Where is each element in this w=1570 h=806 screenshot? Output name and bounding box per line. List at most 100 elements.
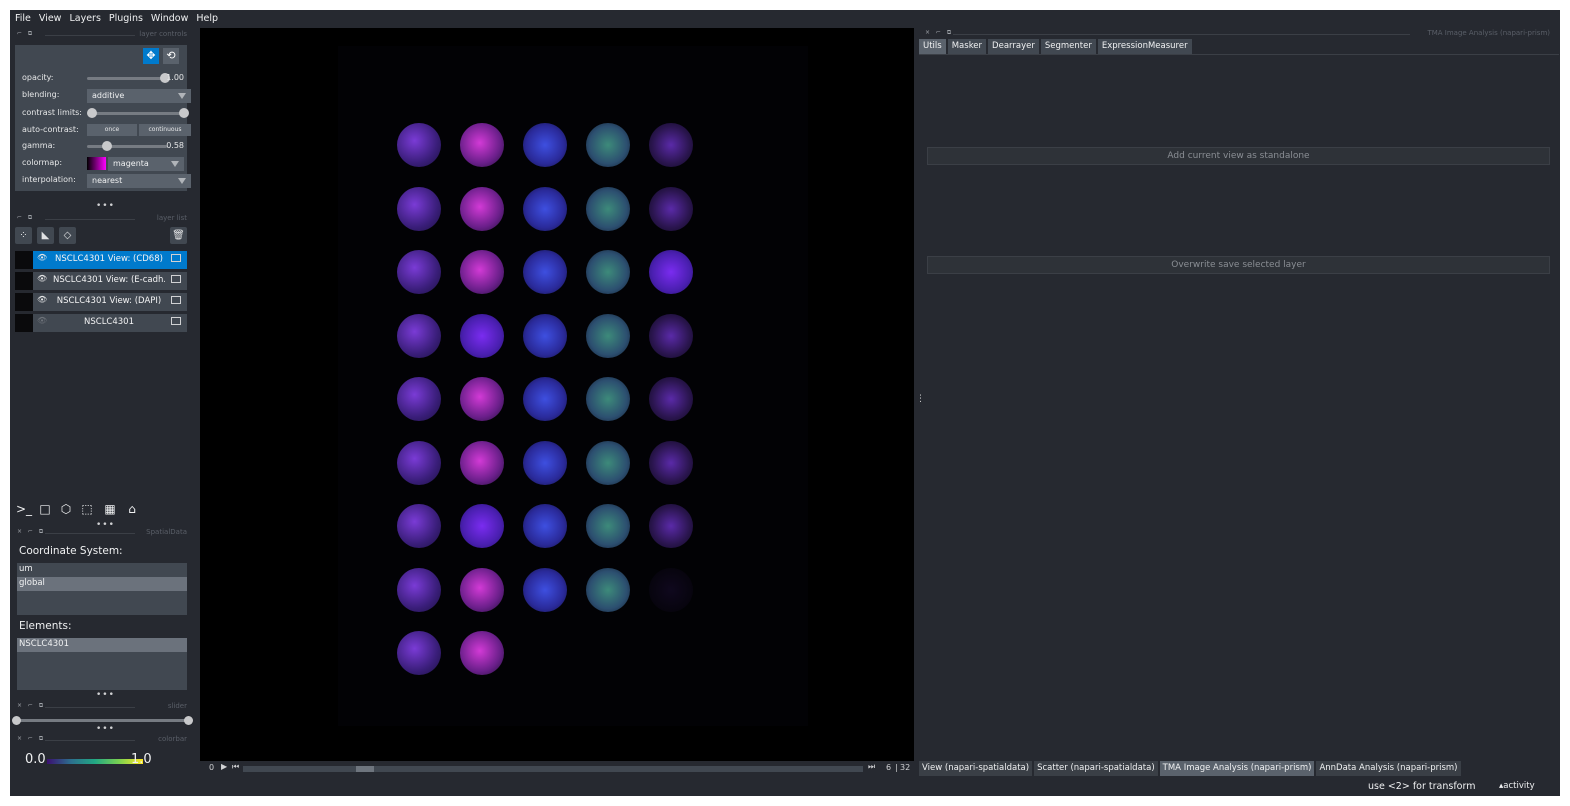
tissue-core — [460, 123, 504, 167]
tissue-core — [586, 567, 630, 612]
tissue-core — [397, 186, 441, 231]
eye-hidden-icon[interactable]: 👁 — [37, 316, 47, 325]
activity-toggle[interactable]: ▴activity — [1499, 781, 1535, 791]
tissue-core — [586, 440, 630, 485]
tab-tma-image-analysis[interactable]: TMA Image Analysis (napari-prism) — [1159, 761, 1315, 776]
layer-thumbnail — [15, 314, 33, 332]
menu-window[interactable]: Window — [151, 13, 188, 24]
roll-axes-icon[interactable]: ⬡ — [57, 500, 75, 518]
tab-segmenter[interactable]: Segmenter — [1040, 39, 1096, 54]
tab-masker[interactable]: Masker — [947, 39, 987, 54]
resize-handle[interactable]: ••• — [96, 690, 115, 700]
layer-row[interactable]: 👁 NSCLC4301 — [15, 314, 187, 332]
range-slider-low-handle[interactable] — [12, 716, 21, 725]
ndisplay-icon[interactable]: □ — [36, 500, 54, 518]
range-slider-high-handle[interactable] — [184, 716, 193, 725]
tissue-core — [460, 567, 504, 612]
tab-scatter-spatialdata[interactable]: Scatter (napari-spatialdata) — [1034, 761, 1158, 776]
tissue-core — [397, 377, 441, 421]
dock-float-icon[interactable]: ⌐ ⧉ — [17, 214, 34, 222]
new-labels-icon[interactable]: ◇ — [59, 227, 76, 244]
menu-help[interactable]: Help — [196, 13, 218, 24]
gamma-slider[interactable] — [87, 141, 167, 151]
chevron-down-icon — [178, 178, 186, 184]
dims-slider-thumb[interactable] — [356, 766, 374, 772]
continuous-button[interactable]: continuous — [139, 124, 191, 136]
new-shapes-icon[interactable]: ◣ — [37, 227, 54, 244]
image-canvas[interactable] — [200, 28, 914, 761]
colormap-row: colormap: magenta — [22, 157, 184, 171]
coordinate-system-item[interactable]: global — [17, 577, 187, 591]
tab-expression-measurer[interactable]: ExpressionMeasurer — [1097, 39, 1192, 54]
grid-icon[interactable]: ▦ — [101, 500, 119, 518]
splitter-handle[interactable]: ⋮ — [916, 394, 925, 404]
gamma-value: 0.58 — [166, 141, 184, 150]
tab-anndata-analysis[interactable]: AnnData Analysis (napari-prism) — [1316, 761, 1461, 776]
tissue-core — [523, 377, 567, 421]
colorbar — [47, 759, 143, 764]
elements-heading: Elements: — [19, 620, 72, 632]
tma-dock-header: × ⌐ ⧉ TMA Image Analysis (napari-prism) — [925, 29, 1550, 39]
layer-row[interactable]: 👁 NSCLC4301 View: (E-cadh... — [15, 272, 187, 290]
eye-icon[interactable]: 👁 — [37, 253, 47, 262]
colormap-swatch — [87, 157, 106, 170]
contrast-limits-slider[interactable] — [87, 108, 189, 118]
dock-close-icon[interactable]: × ⌐ ⧉ — [17, 735, 45, 743]
resize-handle[interactable]: ••• — [96, 201, 115, 211]
step-forward-icon[interactable]: ⏭ — [868, 762, 875, 772]
element-item[interactable]: NSCLC4301 — [17, 638, 187, 652]
contrast-high-handle[interactable] — [179, 108, 189, 118]
blending-dropdown[interactable]: additive — [87, 89, 191, 103]
layer-row[interactable]: 👁 NSCLC4301 View: (DAPI) — [15, 293, 187, 311]
colormap-dropdown[interactable]: magenta — [108, 157, 184, 171]
tissue-core — [460, 631, 504, 675]
delete-layer-icon[interactable]: 🗑 — [170, 227, 187, 244]
dims-start-label: 0 — [209, 763, 215, 772]
eye-icon[interactable]: 👁 — [37, 274, 47, 283]
tab-utils[interactable]: Utils — [919, 39, 946, 54]
dock-title: colorbar — [158, 735, 187, 743]
contrast-low-handle[interactable] — [87, 108, 97, 118]
once-button[interactable]: once — [87, 124, 137, 136]
add-standalone-view-button[interactable]: Add current view as standalone — [927, 147, 1550, 165]
tissue-core — [586, 377, 630, 421]
status-hint: use <2> for transform — [1368, 781, 1476, 792]
gamma-row: gamma: 0.58 — [22, 140, 184, 154]
tissue-core — [460, 504, 504, 548]
dock-close-icon[interactable]: × ⌐ ⧉ — [925, 29, 953, 37]
tab-view-spatialdata[interactable]: View (napari-spatialdata) — [919, 761, 1033, 776]
range-slider[interactable] — [15, 719, 189, 722]
overwrite-save-layer-button[interactable]: Overwrite save selected layer — [927, 256, 1550, 274]
menu-layers[interactable]: Layers — [69, 13, 100, 24]
menu-view[interactable]: View — [39, 13, 62, 24]
tab-dearrayer[interactable]: Dearrayer — [988, 39, 1039, 54]
layer-row[interactable]: 👁 NSCLC4301 View: (CD68) — [15, 251, 187, 269]
opacity-slider[interactable] — [87, 73, 170, 83]
transpose-icon[interactable]: ⬚ — [78, 500, 96, 518]
interpolation-dropdown[interactable]: nearest — [87, 174, 191, 188]
layer-name: NSCLC4301 View: (DAPI) — [56, 296, 162, 306]
dock-close-icon[interactable]: × ⌐ ⧉ — [17, 528, 45, 536]
transform-icon[interactable]: ⟲ — [163, 48, 179, 64]
dock-title: slider — [167, 702, 187, 710]
dock-close-icon[interactable]: × ⌐ ⧉ — [17, 702, 45, 710]
tissue-core — [523, 250, 567, 294]
dims-slider-track[interactable] — [243, 766, 863, 772]
resize-handle[interactable]: ••• — [96, 724, 115, 734]
console-icon[interactable]: >_ — [15, 500, 33, 518]
home-icon[interactable]: ⌂ — [123, 500, 141, 518]
dock-float-icon[interactable]: ⌐ ⧉ — [17, 30, 34, 38]
tissue-core — [523, 567, 567, 612]
menu-plugins[interactable]: Plugins — [109, 13, 143, 24]
step-back-icon[interactable]: ⏮ — [232, 762, 239, 772]
gamma-slider-handle[interactable] — [102, 141, 112, 151]
pan-zoom-icon[interactable]: ✥ — [143, 48, 159, 64]
napari-window: File View Layers Plugins Window Help ⌐ ⧉… — [10, 10, 1560, 796]
tissue-core — [397, 631, 441, 675]
menu-file[interactable]: File — [15, 13, 31, 24]
dock-title: TMA Image Analysis (napari-prism) — [1427, 29, 1550, 37]
coordinate-system-item[interactable]: um — [17, 563, 187, 577]
new-points-icon[interactable]: ⁘ — [15, 227, 32, 244]
eye-icon[interactable]: 👁 — [37, 295, 47, 304]
play-icon[interactable]: ▶ — [221, 762, 227, 771]
